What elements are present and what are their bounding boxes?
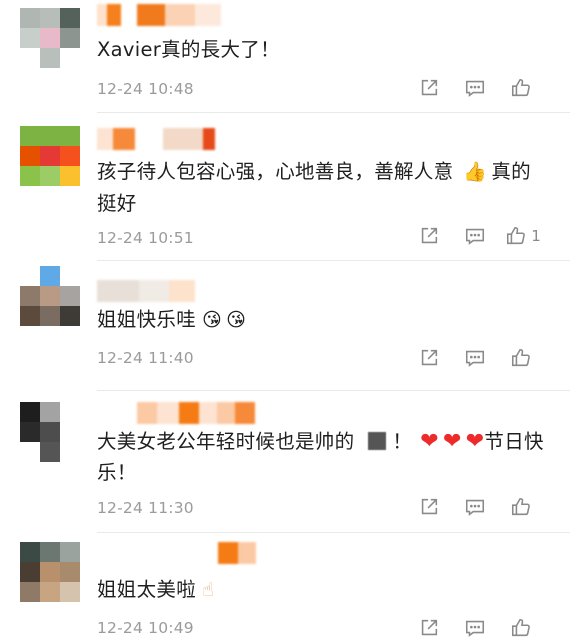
comment-actions xyxy=(406,344,548,372)
thumbs-up-emoji: 👍 xyxy=(463,161,488,183)
share-icon xyxy=(421,349,438,366)
nickname-redacted[interactable] xyxy=(218,542,256,564)
avatar[interactable] xyxy=(20,126,80,186)
like-button[interactable] xyxy=(498,493,548,521)
reply-button[interactable] xyxy=(452,344,498,372)
comment-icon xyxy=(465,228,485,245)
comment-time: 12-24 11:40 xyxy=(97,349,194,367)
thumbs-up-icon xyxy=(507,226,526,245)
comment-text-main: 姐姐快乐哇 xyxy=(97,308,197,331)
share-button[interactable] xyxy=(406,614,452,642)
comment-time: 12-24 11:30 xyxy=(97,499,194,517)
avatar[interactable] xyxy=(20,542,80,602)
avatar[interactable] xyxy=(20,402,80,462)
thumbs-up-icon xyxy=(511,497,530,516)
thumbs-up-icon xyxy=(511,348,530,367)
comment-text: Xavier真的長大了！ xyxy=(97,38,280,61)
comment-text-main: 大美女老公年轻时候也是帅的 xyxy=(97,430,355,453)
share-button[interactable] xyxy=(406,344,452,372)
comment-icon xyxy=(465,499,485,516)
comment-item: 孩子待人包容心强，心地善良，善解人意 👍 真的挺好 12-24 10:51 1 xyxy=(0,112,570,260)
point-up-emoji: ☝ xyxy=(202,579,214,601)
comment-text: 大美女老公年轻时候也是帅的！ ❤ ❤ ❤节日快乐！ xyxy=(97,426,544,488)
comment-actions: 1 xyxy=(406,222,548,250)
comment-time: 12-24 10:49 xyxy=(97,619,194,637)
nickname-redacted[interactable] xyxy=(97,4,221,26)
comment-time: 12-24 10:48 xyxy=(97,80,194,98)
like-button[interactable] xyxy=(498,74,548,102)
comment-actions xyxy=(406,614,548,642)
share-icon xyxy=(421,498,438,515)
share-button[interactable] xyxy=(406,222,452,250)
nickname-redacted[interactable] xyxy=(137,402,255,424)
comment-item: 姐姐快乐哇 😘 😘 12-24 11:40 xyxy=(0,260,570,390)
comment-text-main: 姐姐太美啦 xyxy=(97,578,197,601)
reply-button[interactable] xyxy=(452,493,498,521)
share-icon xyxy=(421,79,438,96)
share-button[interactable] xyxy=(406,74,452,102)
comment-text-main: 孩子待人包容心强，心地善良，善解人意 xyxy=(97,160,454,183)
comment-icon xyxy=(465,350,485,367)
thumbs-up-icon xyxy=(511,78,530,97)
like-button[interactable] xyxy=(498,344,548,372)
share-icon xyxy=(421,227,438,244)
nickname-redacted[interactable] xyxy=(97,280,195,302)
kiss-emoji: 😘 xyxy=(202,309,223,331)
comment-actions xyxy=(406,493,548,521)
like-count: 1 xyxy=(531,227,541,245)
thumbs-up-icon xyxy=(511,618,530,637)
heart-emoji: ❤ xyxy=(465,429,485,454)
comment-icon xyxy=(465,80,485,97)
avatar[interactable] xyxy=(20,8,80,68)
comment-icon xyxy=(465,620,485,637)
comment-item: 大美女老公年轻时候也是帅的！ ❤ ❤ ❤节日快乐！ 12-24 11:30 xyxy=(0,390,570,532)
kiss-emoji: 😘 xyxy=(226,309,247,331)
comment-text: 姐姐快乐哇 😘 😘 xyxy=(97,304,544,336)
like-button[interactable]: 1 xyxy=(498,222,548,250)
like-button[interactable] xyxy=(498,614,548,642)
reply-button[interactable] xyxy=(452,74,498,102)
avatar[interactable] xyxy=(20,266,80,326)
heart-emoji: ❤ xyxy=(442,429,462,454)
comment-text-mid: ！ xyxy=(392,430,413,453)
redacted-block xyxy=(368,432,387,450)
comment-text: 姐姐太美啦 ☝ xyxy=(97,574,544,606)
comment-time: 12-24 10:51 xyxy=(97,229,194,247)
comment-actions xyxy=(406,74,548,102)
heart-emoji: ❤ xyxy=(420,429,439,454)
reply-button[interactable] xyxy=(452,614,498,642)
comment-item: 姐姐太美啦 ☝ 12-24 10:49 xyxy=(0,532,570,640)
share-button[interactable] xyxy=(406,493,452,521)
nickname-redacted[interactable] xyxy=(97,128,215,150)
reply-button[interactable] xyxy=(452,222,498,250)
comment-item: Xavier真的長大了！ 12-24 10:48 xyxy=(0,0,570,112)
comment-text: 孩子待人包容心强，心地善良，善解人意 👍 真的挺好 xyxy=(97,156,544,219)
share-icon xyxy=(421,619,438,636)
